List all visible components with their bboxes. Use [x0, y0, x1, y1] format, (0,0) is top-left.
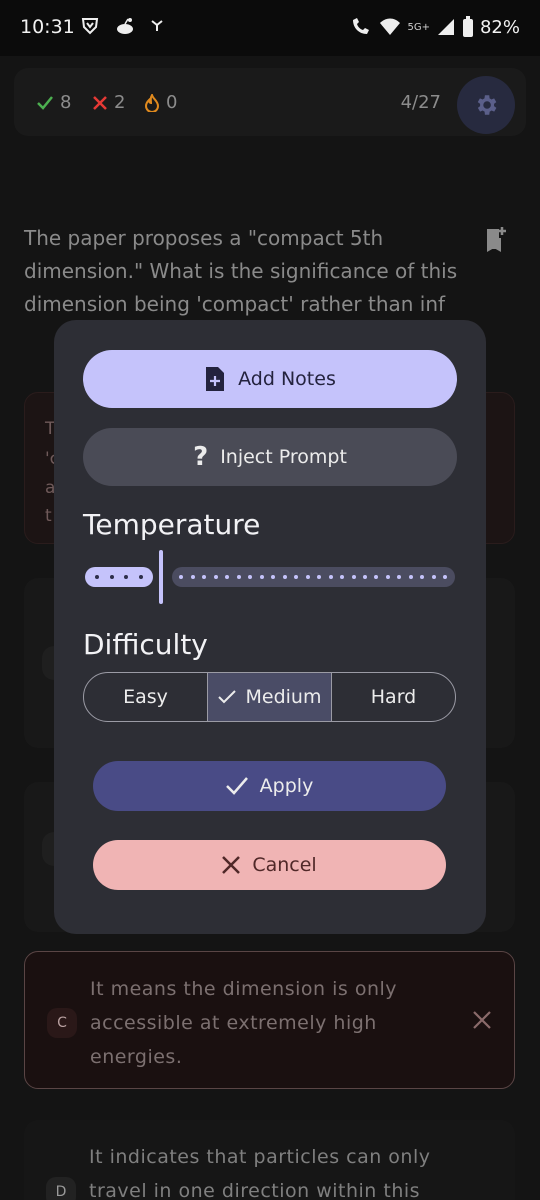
option-a-fragment: t [45, 506, 52, 526]
apply-button[interactable]: Apply [93, 761, 446, 811]
vpn-shield-icon [81, 18, 99, 35]
difficulty-title: Difficulty [83, 628, 208, 661]
settings-button[interactable] [457, 76, 515, 134]
slider-inactive-track [172, 567, 455, 587]
gear-icon [477, 95, 497, 115]
question-text: The paper proposes a "compact 5th dimens… [24, 226, 458, 316]
flame-icon [144, 93, 160, 112]
option-text: It means the dimension is only accessibl… [90, 978, 398, 1068]
system-icons: 5G+ 82% [349, 16, 520, 38]
option-letter: D [46, 1177, 76, 1200]
cancel-button[interactable]: Cancel [93, 840, 446, 890]
add-notes-label: Add Notes [238, 368, 336, 390]
inject-prompt-label: Inject Prompt [220, 446, 347, 468]
difficulty-medium[interactable]: Medium [208, 673, 332, 721]
note-add-icon [206, 367, 225, 391]
bookmark-button[interactable] [484, 226, 508, 256]
reddit-icon [117, 18, 133, 34]
streak-count: 0 [144, 92, 177, 113]
slider-active-track [85, 567, 153, 587]
check-icon [217, 690, 236, 704]
apply-label: Apply [259, 775, 314, 797]
wifi-call-icon [353, 18, 370, 34]
notification-icons [80, 16, 164, 36]
signal-icon [437, 19, 454, 35]
bookmark-add-icon [487, 227, 506, 252]
cross-icon [93, 95, 107, 110]
temperature-title: Temperature [83, 508, 261, 541]
network-type: 5G+ [407, 21, 430, 33]
correct-count-value: 8 [60, 92, 72, 113]
settings-dialog: Add Notes ? Inject Prompt Temperature Di… [54, 320, 486, 934]
slider-thumb[interactable] [159, 550, 163, 604]
streak-count-value: 0 [166, 92, 178, 113]
inject-prompt-button[interactable]: ? Inject Prompt [83, 428, 457, 486]
option-card-c[interactable]: C It means the dimension is only accessi… [24, 951, 515, 1089]
option-text: It indicates that particles can only tra… [89, 1146, 431, 1200]
difficulty-easy-label: Easy [123, 686, 168, 708]
check-icon [37, 95, 53, 110]
check-icon [225, 777, 248, 795]
wrong-count-value: 2 [114, 92, 126, 113]
temperature-slider[interactable] [85, 550, 455, 606]
question-progress: 4/27 [400, 92, 441, 113]
battery-percent: 82% [479, 16, 520, 38]
status-bar: 10:31 5G+ 82% [0, 0, 540, 56]
battery-icon [462, 16, 473, 37]
difficulty-easy[interactable]: Easy [84, 673, 208, 721]
difficulty-medium-label: Medium [245, 686, 322, 708]
difficulty-hard[interactable]: Hard [332, 673, 455, 721]
wifi-icon [380, 18, 401, 35]
option-card-d[interactable]: D It indicates that particles can only t… [24, 1120, 515, 1200]
add-notes-button[interactable]: Add Notes [83, 350, 457, 408]
wrong-count: 2 [92, 92, 125, 113]
difficulty-selector: Easy Medium Hard [83, 672, 456, 722]
status-time: 10:31 [20, 16, 75, 38]
option-letter: C [47, 1008, 77, 1038]
score-header: 8 2 0 4/27 [14, 68, 526, 136]
cancel-label: Cancel [252, 854, 317, 876]
correct-count: 8 [36, 92, 71, 113]
close-icon [222, 856, 241, 874]
app-notification-icon [151, 20, 163, 31]
question-mark-icon: ? [193, 442, 209, 472]
difficulty-hard-label: Hard [370, 686, 417, 708]
incorrect-mark-icon [473, 1011, 491, 1029]
